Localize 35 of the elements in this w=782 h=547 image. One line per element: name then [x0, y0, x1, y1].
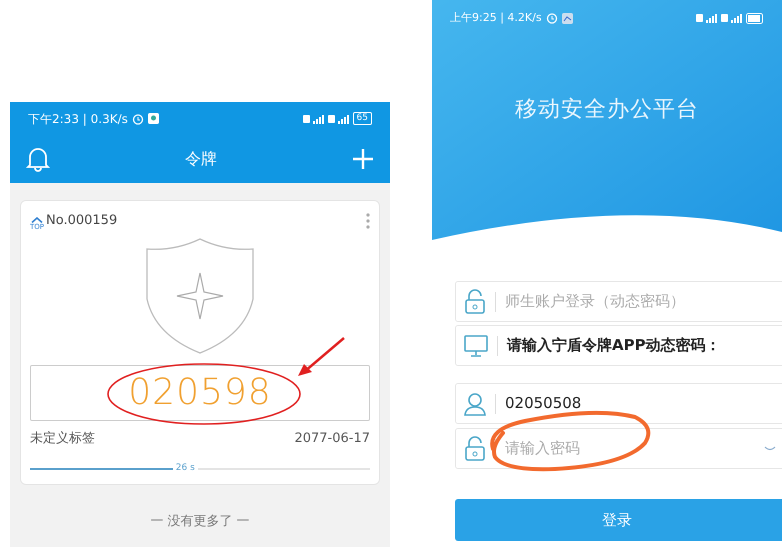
- battery-icon: [746, 12, 764, 24]
- signal-icon: [302, 114, 325, 124]
- bell-icon[interactable]: [26, 146, 50, 172]
- signal-icon: [328, 114, 350, 124]
- add-icon[interactable]: [352, 148, 374, 170]
- header-title: 令牌: [185, 148, 217, 170]
- caret-up-icon: [31, 216, 43, 222]
- battery-indicator: 65: [352, 112, 372, 125]
- status-time: 上午9:25 | 4.2K/s: [450, 10, 542, 26]
- text-input[interactable]: 请输入密码: [505, 437, 764, 460]
- login-type-field[interactable]: 师生账户登录（动态密码）: [455, 281, 782, 322]
- closed-eye-icon[interactable]: [764, 446, 776, 451]
- password-field[interactable]: 请输入密码: [455, 428, 782, 469]
- text-input[interactable]: 师生账户登录（动态密码）: [505, 290, 782, 313]
- end-of-list-text: 一 没有更多了 一: [149, 513, 251, 531]
- instruction-text: 请输入宁盾令牌APP动态密码：: [507, 335, 721, 356]
- alarm-clock-icon: [132, 112, 144, 124]
- signal-icon: [696, 13, 718, 23]
- padlock-icon: [464, 288, 486, 314]
- expiry-date: 2077-06-17: [294, 430, 370, 448]
- monitor-icon: [464, 334, 488, 358]
- padlock-icon: [464, 436, 486, 462]
- arrow-annotation: [296, 336, 346, 378]
- user-icon: [464, 392, 486, 416]
- app-title: 移动安全办公平台: [514, 96, 700, 124]
- status-time: 下午2:33 | 0.3K/s: [28, 110, 128, 128]
- signal-icon: [721, 13, 743, 23]
- more-options-icon[interactable]: [366, 212, 370, 229]
- token-code: 020598: [128, 374, 272, 410]
- token-label: 未定义标签: [30, 430, 95, 448]
- username-field[interactable]: 02050508: [455, 383, 782, 424]
- app-notification-icon: [148, 113, 159, 124]
- text-input[interactable]: 02050508: [505, 392, 782, 415]
- alarm-clock-icon: [546, 12, 558, 24]
- token-number: No.000159: [46, 212, 118, 230]
